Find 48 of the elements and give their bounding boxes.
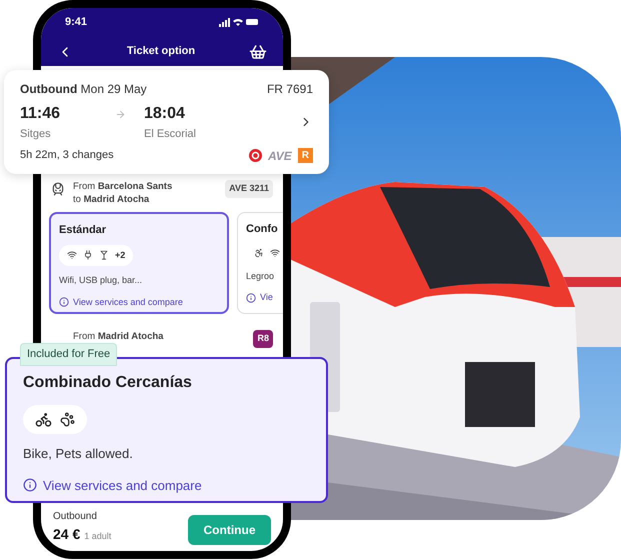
info-icon <box>246 292 256 303</box>
arrow-icon <box>115 108 126 120</box>
operator-logo: AVE <box>268 148 292 164</box>
journey-date: Outbound Mon 29 May <box>20 81 147 98</box>
train-number: R8 <box>253 330 273 348</box>
operator-logo-icon <box>248 149 262 162</box>
card-title: Combinado Cercanías <box>23 373 193 393</box>
included-card[interactable]: Combinado Cercanías Bike, Pets allowed. View services and compare <box>5 357 328 503</box>
status-icons <box>219 17 259 28</box>
info-icon <box>59 297 69 308</box>
leg-route: From Madrid Atocha <box>73 330 164 343</box>
fare-card[interactable]: Estándar +2 Wifi, USB plug, bar... View services and compare <box>49 212 229 314</box>
departure-station: Sitges <box>20 127 52 142</box>
services-link[interactable]: View services and compare <box>59 296 219 309</box>
more-count: +2 <box>115 248 126 262</box>
wifi-icon <box>270 248 280 258</box>
basket-icon[interactable] <box>249 42 267 60</box>
train-number: AVE 3211 <box>225 180 273 198</box>
journey-code: FR 7691 <box>266 81 313 98</box>
footer-label: Outbound <box>53 510 98 524</box>
wheelchair-icon <box>254 248 264 258</box>
info-icon <box>23 478 37 492</box>
paw-icon <box>60 412 75 427</box>
fare-description: Wifi, USB plug, bar... <box>59 274 144 287</box>
journey-card[interactable]: Outbound Mon 29 May FR 7691 11:46 Sitges 18:04 El Escorial 5h 22m, 3 changes AVE R <box>4 70 329 174</box>
status-time: 9:41 <box>65 15 88 30</box>
fare-card[interactable]: Confo Legroo Vie <box>237 212 283 314</box>
bike-icon <box>35 411 52 428</box>
leg-route: From Barcelona Sants <box>73 180 174 193</box>
operator-logo: R <box>298 148 313 163</box>
fare-name: Confo <box>246 222 279 237</box>
cocktail-icon <box>99 250 109 260</box>
services-link[interactable]: Vie <box>246 291 283 304</box>
fare-name: Estándar <box>59 223 108 238</box>
screen-title: Ticket option <box>126 44 196 60</box>
departure-time: 11:46 <box>20 104 62 124</box>
journey-summary: 5h 22m, 3 changes <box>20 148 114 164</box>
passenger-count: 1 adult <box>84 530 112 543</box>
total-price: 24 € <box>53 525 80 544</box>
services-link[interactable]: View services and compare <box>23 476 202 495</box>
free-badge: Included for Free <box>20 343 118 366</box>
card-description: Bike, Pets allowed. <box>23 445 134 463</box>
arrival-station: El Escorial <box>144 127 197 142</box>
arrival-time: 18:04 <box>144 104 186 124</box>
train-icon <box>51 182 65 196</box>
plug-icon <box>83 250 93 260</box>
leg-route: to Madrid Atocha <box>73 193 150 206</box>
fare-description: Legroo <box>246 270 276 283</box>
